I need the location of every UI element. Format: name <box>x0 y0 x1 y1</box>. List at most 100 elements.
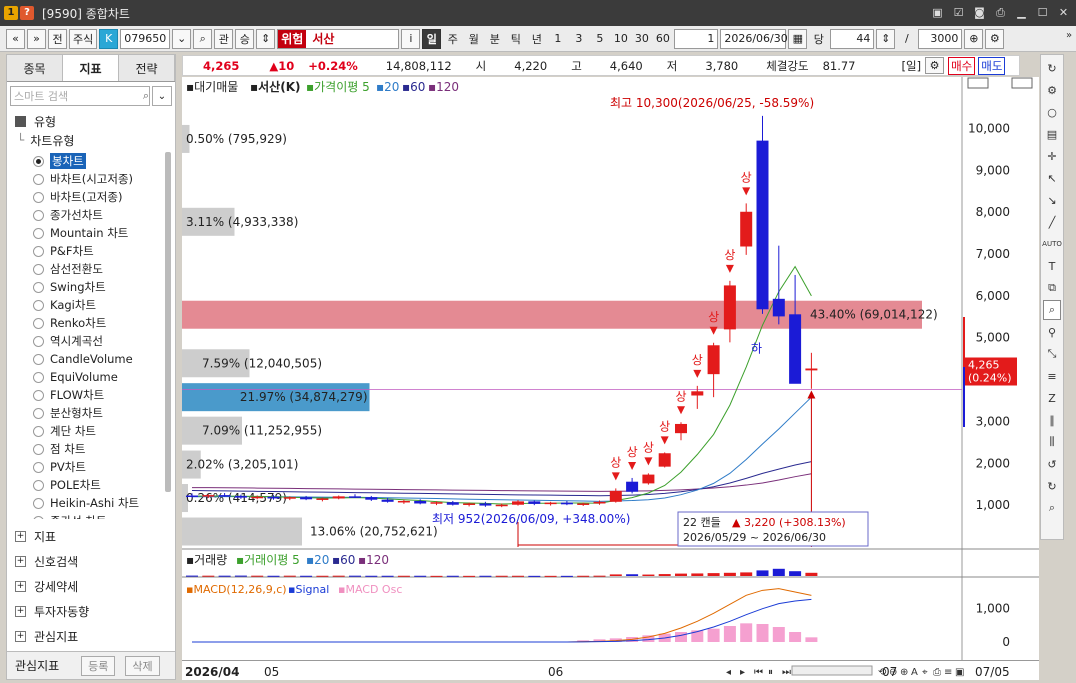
close-icon[interactable]: ✕ <box>1055 4 1072 21</box>
expand-icon[interactable]: + <box>15 630 26 642</box>
period-month[interactable]: 월 <box>464 29 483 49</box>
interval-5[interactable]: 5 <box>590 29 609 49</box>
radio-icon[interactable] <box>33 461 44 473</box>
x-axis-svg[interactable]: 2026/04 05 06 07 07/05◂ ▸ ⏮ ⏸ ⏭ ⟲ ⊖ ⊕ A ⌖ ⎙ ≡ ▣ <box>182 661 1039 681</box>
radio-icon[interactable] <box>33 353 44 365</box>
zoom-icon[interactable]: ⚲ <box>1043 322 1061 342</box>
chart-type-item[interactable]: 분산형차트 <box>33 404 163 422</box>
chart-type-item[interactable]: Renko차트 <box>33 314 163 332</box>
radio-icon[interactable] <box>33 209 44 221</box>
search-icon[interactable]: ⌕ <box>143 89 149 103</box>
magnifier-icon[interactable]: ⌕ <box>1043 300 1061 320</box>
scroll-control-icon[interactable]: ⏭ <box>782 667 791 678</box>
radio-icon[interactable] <box>33 227 44 239</box>
search-icon[interactable]: ⌕ <box>193 28 213 49</box>
chart-tool-icon[interactable]: ▣ <box>955 667 964 678</box>
interval-30[interactable]: 30 <box>632 29 651 49</box>
chart-type-item[interactable]: 삼선전환도 <box>33 260 163 278</box>
search-icon[interactable]: ⌕ <box>1043 498 1061 518</box>
group-strength[interactable]: + 강세약세 <box>7 575 175 597</box>
chart-type-item[interactable]: Mountain 차트 <box>33 224 163 242</box>
total-input[interactable]: 3000 <box>918 28 963 49</box>
chart-type-item[interactable]: FLOW차트 <box>33 386 163 404</box>
line-icon[interactable]: ╱ <box>1043 212 1061 232</box>
text-icon[interactable]: T <box>1043 256 1061 276</box>
delete-button[interactable]: 삭제 <box>125 655 160 676</box>
radio-icon[interactable] <box>33 299 44 311</box>
radio-icon[interactable] <box>33 245 44 257</box>
interval-3[interactable]: 3 <box>569 29 588 49</box>
radio-icon[interactable] <box>33 389 44 401</box>
radio-icon[interactable] <box>33 425 44 437</box>
expand-icon[interactable]: » <box>1066 30 1076 50</box>
group-signal[interactable]: + 신호검색 <box>7 550 175 572</box>
radio-icon[interactable] <box>33 173 44 185</box>
measure-icon[interactable]: ⤡ <box>1043 344 1061 364</box>
group-indicator[interactable]: + 지표 <box>7 525 175 547</box>
interval-10[interactable]: 10 <box>611 29 630 49</box>
print-icon[interactable]: ⎙ <box>992 4 1009 21</box>
interval-input[interactable]: 1 <box>674 28 719 49</box>
period-week[interactable]: 주 <box>443 29 462 49</box>
refresh-icon[interactable]: ↻ <box>1043 58 1061 78</box>
screenshot-icon[interactable]: ▣ <box>929 4 946 21</box>
sell-button[interactable]: 매도 <box>978 56 1006 75</box>
undo-icon[interactable]: ↺ <box>1043 454 1061 474</box>
expand-icon[interactable]: + <box>15 580 26 592</box>
chart-type-item[interactable]: Kagi차트 <box>33 296 163 314</box>
radio-icon[interactable] <box>33 371 44 383</box>
gear-icon[interactable]: ⚙ <box>925 57 945 74</box>
columns-icon[interactable]: ⫼ <box>1043 432 1061 452</box>
scroll-control-icon[interactable]: ⏸ <box>768 667 773 678</box>
chart-type-item[interactable]: 바차트(시고저종) <box>33 170 163 188</box>
zoom-slider[interactable] <box>791 665 873 676</box>
buy-button[interactable]: 매수 <box>948 56 976 75</box>
chevron-down-icon[interactable]: ⌄ <box>172 28 192 49</box>
radio-icon[interactable] <box>33 497 44 509</box>
period-minute[interactable]: 분 <box>485 29 504 49</box>
zoom-in-icon[interactable]: ⊕ <box>964 28 984 49</box>
watch-button[interactable]: 관 <box>214 28 234 49</box>
radio-icon[interactable] <box>33 407 44 419</box>
chart-tool-icon[interactable]: ⌖ <box>922 667 928 678</box>
period-year[interactable]: 년 <box>527 29 546 49</box>
scroll-control-icon[interactable]: ⏮ <box>754 667 763 678</box>
tab-indicator[interactable]: 지표 <box>63 55 119 81</box>
collapse-icon[interactable] <box>15 115 26 127</box>
expand-icon[interactable]: + <box>15 530 26 542</box>
chart-type-item[interactable]: CandleVolume <box>33 350 163 368</box>
save-icon[interactable]: ☑ <box>950 4 967 21</box>
gear-icon[interactable]: ⚙ <box>985 28 1005 49</box>
radio-icon[interactable] <box>33 479 44 491</box>
interval-60[interactable]: 60 <box>653 29 672 49</box>
minimize-icon[interactable]: ▁ <box>1013 4 1030 21</box>
chevron-down-icon[interactable]: ⌄ <box>152 86 172 106</box>
redo-icon[interactable]: ↻ <box>1043 476 1061 496</box>
group-type[interactable]: 유형 <box>7 110 175 132</box>
group-favorite[interactable]: + 관심지표 <box>7 625 175 647</box>
spinner-icon[interactable]: ⇕ <box>256 28 276 49</box>
chart-type-item[interactable]: 종가선 차트 <box>33 512 163 519</box>
list-scrollbar[interactable] <box>165 152 171 492</box>
chart-type-item[interactable]: 종가선차트 <box>33 206 163 224</box>
chart-type-item[interactable]: 점 차트 <box>33 440 163 458</box>
chart-type-item[interactable]: PV차트 <box>33 458 163 476</box>
price-chart-svg[interactable]: 0.50% (795,929) 3.11% (4,933,338) 43.40% (… <box>182 77 1039 660</box>
chart-tool-icon[interactable]: ⊖ <box>889 667 897 678</box>
radio-icon[interactable] <box>33 155 44 167</box>
chart-tool-icon[interactable]: ≡ <box>944 667 952 678</box>
prev-button[interactable]: « <box>6 28 25 49</box>
chart-tool-icon[interactable]: ⟲ <box>878 667 887 678</box>
scroll-control-icon[interactable]: ◂ <box>726 667 731 678</box>
radio-icon[interactable] <box>33 191 44 203</box>
chart-type-item[interactable]: Swing차트 <box>33 278 163 296</box>
pointer-icon[interactable]: ↖ <box>1043 168 1061 188</box>
radio-icon[interactable] <box>33 263 44 275</box>
fibonacci-icon[interactable]: ≡ <box>1043 366 1061 386</box>
help-badge[interactable]: ? <box>20 6 34 20</box>
info-button[interactable]: i <box>401 28 421 49</box>
chart-tool-icon[interactable]: A <box>911 667 918 678</box>
chart-type-item[interactable]: EquiVolume <box>33 368 163 386</box>
market-select[interactable]: 주식 <box>69 28 98 49</box>
expand-icon[interactable]: + <box>15 555 26 567</box>
